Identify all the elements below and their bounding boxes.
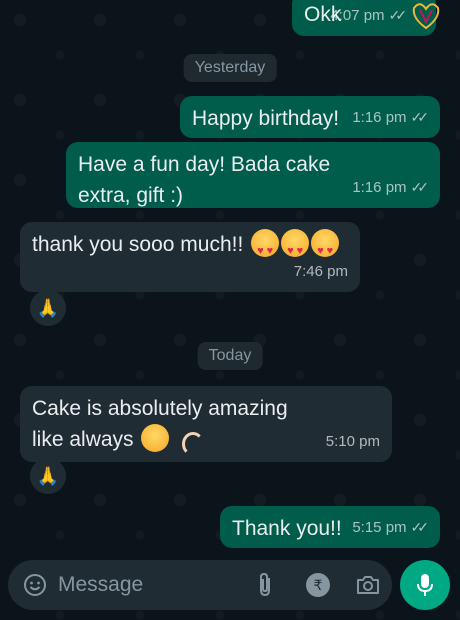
message-text: Have a fun day! Bada cake extra, gift :)	[78, 153, 331, 207]
message-time: 1:16 pm	[352, 109, 407, 126]
read-receipt-icon: ✓✓	[410, 109, 430, 125]
message-time: 5:15 pm	[352, 519, 407, 536]
read-receipt-icon: ✓✓	[410, 519, 430, 535]
message-bubble-outgoing[interactable]: Okk 4:07 pm ✓✓	[292, 0, 440, 36]
smiling-face-with-hearts-icon	[311, 229, 340, 267]
message-time: 4:07 pm	[330, 7, 385, 24]
message-bubble-incoming[interactable]: Cake is absolutely amazing like always 5…	[20, 386, 392, 462]
message-bubble-outgoing[interactable]: Happy birthday! 1:16 pm ✓✓	[180, 96, 440, 138]
date-separator: Yesterday	[183, 54, 277, 82]
chat-area[interactable]: Okk 4:07 pm ✓✓ Yesterday Happy birthday!…	[0, 0, 460, 556]
rupee-payment-icon[interactable]: ₹	[298, 560, 338, 610]
date-separator: Today	[197, 342, 263, 370]
message-text: thank you sooo much!!	[32, 233, 244, 256]
app-logo-icon	[412, 3, 440, 30]
message-input-bar[interactable]: Message ₹	[8, 560, 392, 610]
message-text: Thank you!!	[232, 517, 342, 540]
svg-text:₹: ₹	[314, 578, 323, 594]
ok-hand-icon	[177, 424, 205, 456]
message-input[interactable]: Message	[58, 560, 143, 610]
read-receipt-icon: ✓✓	[388, 7, 408, 23]
smiling-face-with-hearts-icon	[251, 229, 280, 267]
message-time: 5:10 pm	[325, 433, 380, 450]
emoji-icon[interactable]	[18, 560, 52, 610]
message-time: 1:16 pm	[352, 179, 407, 196]
heart-eyes-icon	[141, 424, 170, 452]
folded-hands-reaction-icon[interactable]: 🙏	[30, 458, 66, 494]
attach-icon[interactable]	[248, 560, 282, 610]
message-bubble-outgoing[interactable]: Have a fun day! Bada cake extra, gift :)…	[66, 142, 440, 208]
message-time: 7:46 pm	[293, 263, 348, 280]
composer-area: Message ₹	[0, 556, 460, 620]
smiling-face-with-hearts-icon	[281, 229, 310, 267]
message-bubble-outgoing[interactable]: Thank you!! 5:15 pm ✓✓	[220, 506, 440, 548]
message-bubble-incoming[interactable]: thank you sooo much!! 7:46 pm	[20, 222, 360, 292]
folded-hands-reaction-icon[interactable]: 🙏	[30, 290, 66, 326]
mic-icon	[417, 574, 433, 596]
mic-button[interactable]	[400, 560, 450, 610]
camera-icon[interactable]	[350, 560, 386, 610]
read-receipt-icon: ✓✓	[410, 179, 430, 195]
message-text: Happy birthday!	[192, 107, 340, 130]
